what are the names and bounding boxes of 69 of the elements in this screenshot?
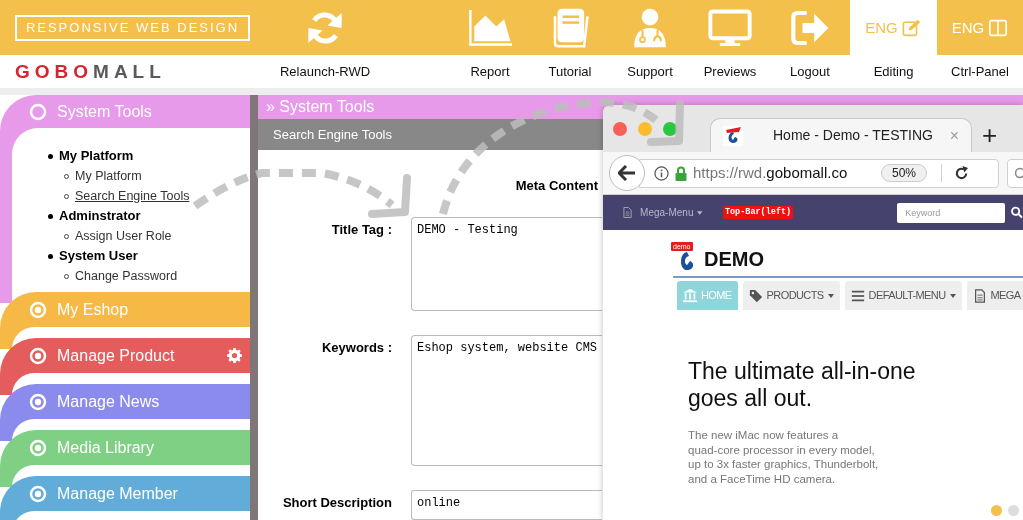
favicon-icon [723, 125, 743, 146]
menu-link[interactable]: Mega-Menu [640, 205, 694, 220]
search-field[interactable]: Keyword [897, 202, 1006, 223]
nav-label: Tutorial [548, 62, 592, 81]
panel-subtitle: Search Engine Tools [273, 125, 392, 144]
back-button[interactable] [609, 155, 645, 191]
search-icon [1014, 167, 1023, 179]
lock-icon [675, 165, 687, 181]
bullet-icon [48, 213, 53, 219]
brand-name: DEMO [704, 248, 764, 270]
arrow-left-icon [618, 165, 636, 181]
nav-label: Editing [873, 62, 914, 81]
menu-link[interactable]: My Platform [75, 166, 142, 186]
nav-label: Ctrl-Panel [951, 62, 1009, 81]
url-text[interactable]: https://rwd.gobomall.co [693, 161, 863, 185]
document-icon [972, 288, 987, 303]
document-icon [623, 206, 633, 219]
address-bar[interactable]: https://rwd.gobomall.co 50% [639, 158, 999, 188]
caret-icon [827, 293, 834, 298]
info-icon [654, 165, 669, 181]
field-label: Keywords : [321, 339, 392, 357]
group-label: System User [59, 247, 138, 266]
group-label: My Platform [59, 147, 134, 166]
brand-logo: GOBO MALL [15, 62, 166, 82]
bullet-icon [48, 153, 53, 159]
search-icon[interactable] [1011, 206, 1023, 219]
settings-icon[interactable] [227, 348, 242, 363]
menu-icon [850, 288, 865, 303]
caret-icon [949, 293, 956, 298]
reload-icon[interactable] [954, 165, 970, 181]
nav-label: Relaunch-RWD [279, 62, 371, 81]
tab-title: Home - Demo - TESTING [772, 126, 934, 145]
menu-tab[interactable]: PRODUCTS [742, 281, 840, 310]
nav-label: Support [627, 62, 673, 81]
text-area[interactable]: Eshop system, website CMS [411, 335, 602, 466]
text-area[interactable]: DEMO - Testing [411, 217, 602, 311]
language-label: ENG [865, 18, 898, 37]
browser-tab[interactable]: Home - Demo - TESTING × [710, 118, 972, 152]
menu-link[interactable]: Change Password [75, 266, 178, 286]
caret-icon [697, 210, 703, 215]
columns-icon [988, 18, 1009, 37]
field-label: Title Tag : [331, 221, 392, 239]
menu-tab[interactable]: MEGA [966, 281, 1023, 310]
group-label: Adminstrator [59, 207, 141, 226]
menu-link[interactable]: Search Engine Tools [75, 186, 190, 206]
area-chart-icon [468, 7, 512, 48]
hero-headline: The ultimate all-in-one goes all out. [688, 358, 917, 412]
window-control-icon[interactable] [613, 122, 627, 136]
banner-logo: RESPONSIVE WEB DESIGN [15, 15, 250, 41]
hero-text: The new iMac now features a quad-core processor in every model, up to 3x faster graphics, Thunderbolt, and a FaceTime HD camera. [688, 428, 880, 486]
nav-label: Logout [790, 62, 830, 81]
edit-icon [901, 18, 922, 37]
language-label: ENG [951, 18, 985, 37]
zoom-level[interactable]: 50% [881, 164, 928, 182]
monitor-icon [708, 7, 752, 48]
tag-label: Top-Bar(left) [722, 206, 794, 219]
field-label: Short Description [282, 494, 392, 512]
nav-label: Previews [703, 62, 757, 81]
nav-label: Report [470, 62, 510, 81]
input-field[interactable]: online [411, 490, 602, 520]
menu-tab[interactable]: DEFAULT-MENU [844, 281, 962, 310]
tag-icon [748, 288, 763, 303]
menu-link[interactable]: Assign User Role [75, 226, 172, 246]
section-heading: Meta Content [515, 176, 598, 195]
bullet-icon [48, 253, 53, 259]
bank-icon [683, 288, 697, 303]
window-control-icon[interactable] [638, 122, 652, 136]
new-tab-button[interactable]: + [982, 122, 998, 148]
panel-title: » System Tools [266, 97, 375, 117]
